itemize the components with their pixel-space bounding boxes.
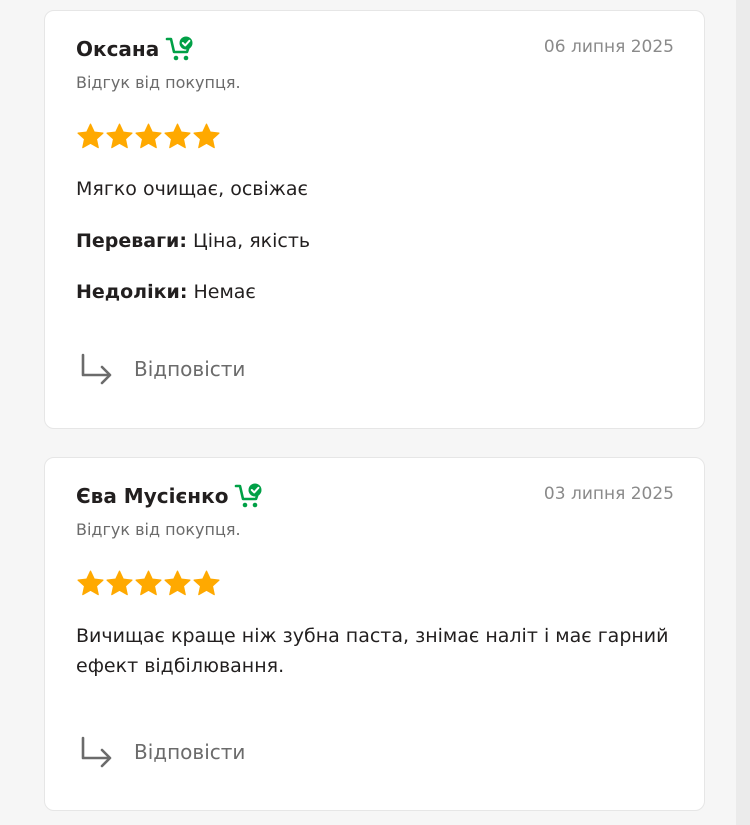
reply-button[interactable]: Відповісти <box>77 734 245 770</box>
star-icon <box>76 569 105 598</box>
buyer-review-label: Відгук від покупця. <box>76 73 241 92</box>
star-icon <box>134 569 163 598</box>
cons-value: Немає <box>193 281 256 303</box>
review-text: Вичищає краще ніж зубна паста, знімає на… <box>76 625 669 677</box>
review-pros: Переваги: Ціна, якість <box>76 226 310 256</box>
reply-label: Відповісти <box>134 357 246 381</box>
cart-check-icon <box>234 482 266 510</box>
star-icon <box>192 122 221 151</box>
review-author: Єва Мусієнко <box>76 482 266 510</box>
star-icon <box>134 122 163 151</box>
review-cons: Недоліки: Немає <box>76 277 256 307</box>
cart-check-icon <box>165 35 197 63</box>
star-icon <box>76 122 105 151</box>
reply-button[interactable]: Відповісти <box>77 351 245 387</box>
star-icon <box>105 569 134 598</box>
star-icon <box>192 569 221 598</box>
review-date: 03 липня 2025 <box>543 484 674 504</box>
review-author: Оксана <box>76 35 197 63</box>
page-edge <box>736 0 750 825</box>
review-date: 06 липня 2025 <box>543 37 674 57</box>
review-card: Оксана 06 липня 2025 Відгук від покупця.… <box>44 10 705 429</box>
reply-arrow-icon <box>77 734 117 770</box>
star-icon <box>163 122 192 151</box>
review-text: Мягко очищає, освіжає <box>76 178 308 200</box>
author-name: Єва Мусієнко <box>76 484 229 508</box>
pros-value: Ціна, якість <box>193 230 311 252</box>
reply-label: Відповісти <box>134 740 246 764</box>
star-icon <box>163 569 192 598</box>
rating-stars <box>76 569 221 598</box>
star-icon <box>105 122 134 151</box>
rating-stars <box>76 122 221 151</box>
review-card: Єва Мусієнко 03 липня 2025 Відгук від по… <box>44 457 705 811</box>
pros-label: Переваги: <box>76 230 187 252</box>
author-name: Оксана <box>76 37 160 61</box>
cons-label: Недоліки: <box>76 281 188 303</box>
reply-arrow-icon <box>77 351 117 387</box>
buyer-review-label: Відгук від покупця. <box>76 520 241 539</box>
